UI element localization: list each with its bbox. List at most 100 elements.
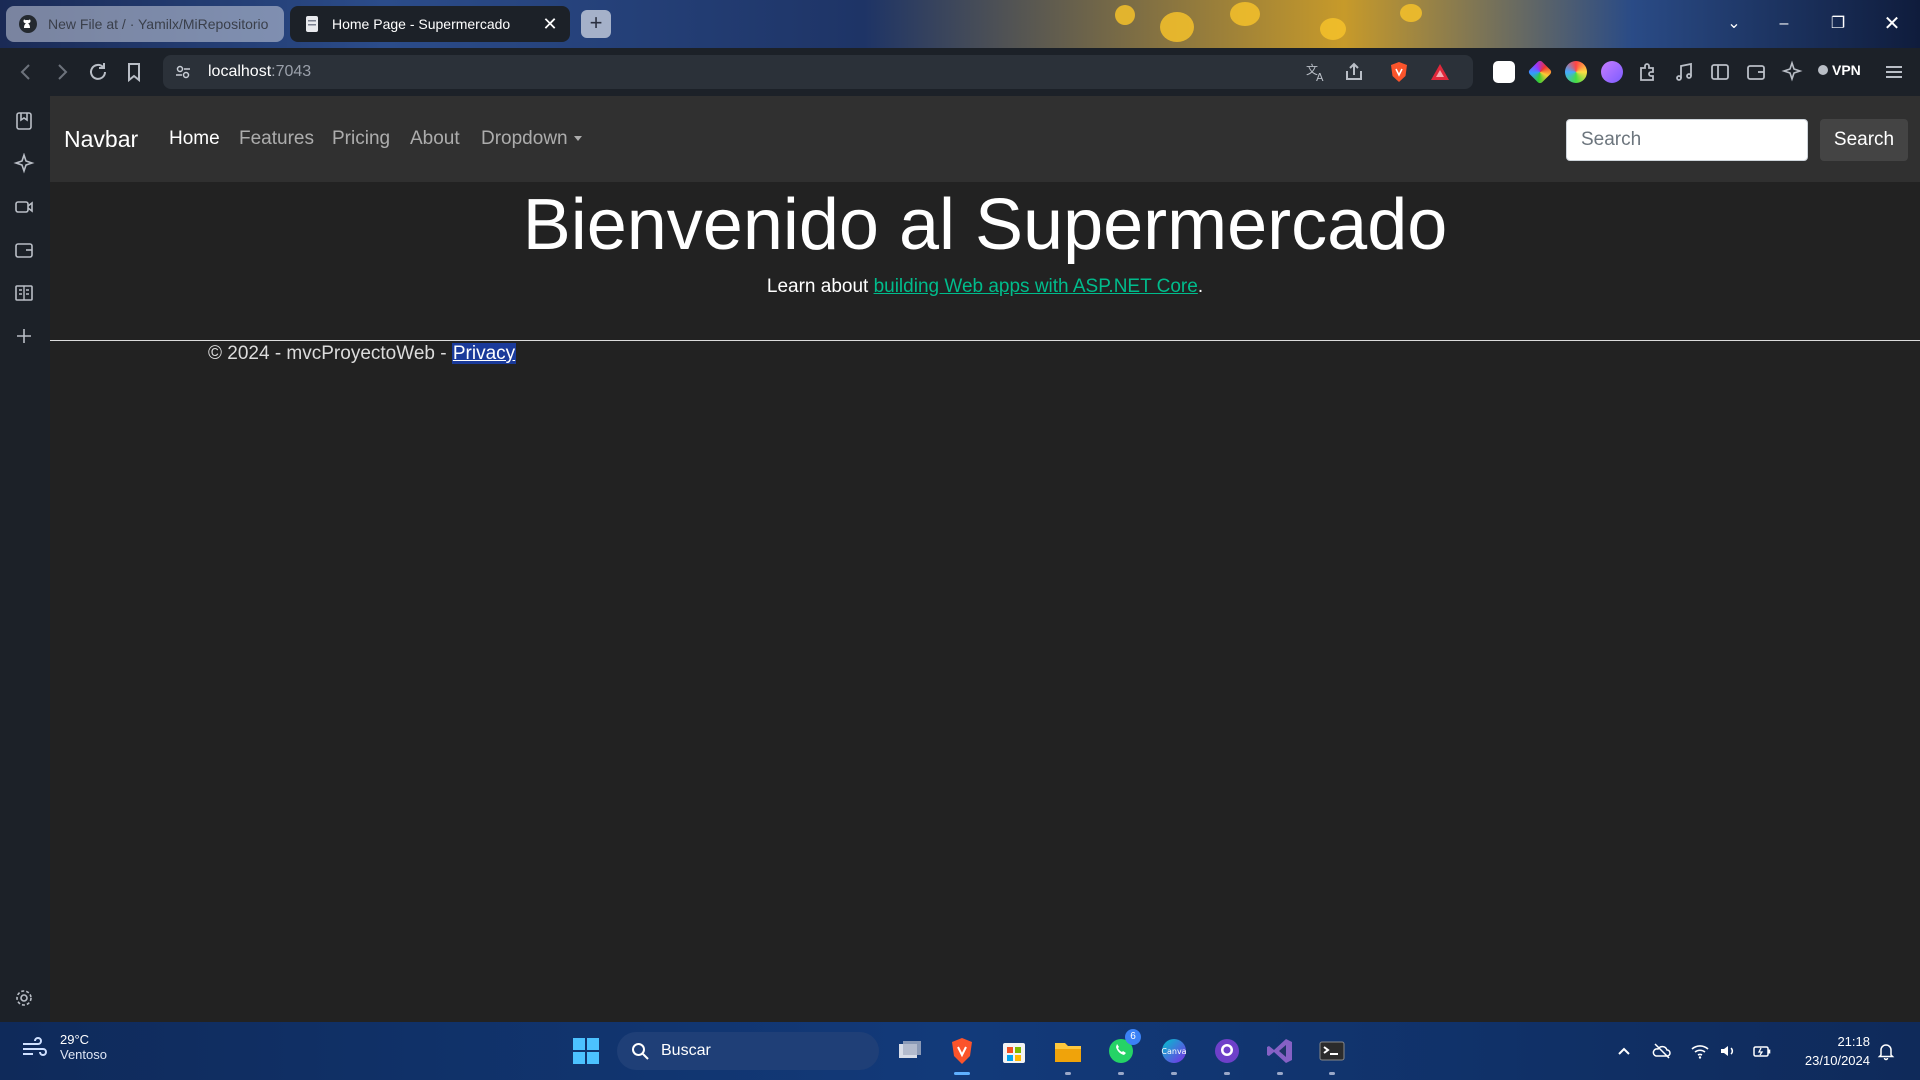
navbar-brand[interactable]: Navbar <box>64 126 138 153</box>
search-input[interactable] <box>1566 119 1808 161</box>
site-settings-icon[interactable] <box>175 64 191 80</box>
windy-weather-icon <box>20 1032 50 1062</box>
running-indicator <box>954 1072 970 1075</box>
close-window-icon[interactable]: ✕ <box>1880 12 1904 36</box>
learn-suffix: . <box>1197 276 1204 297</box>
wallpaper-decoration <box>1230 2 1260 26</box>
bookmark-icon[interactable] <box>122 60 146 84</box>
tab-github[interactable]: New File at / · Yamilx/MiRepositorio <box>6 6 284 42</box>
show-hidden-icons-chevron-icon[interactable] <box>1614 1041 1634 1061</box>
page-title: Bienvenido al Supermercado <box>522 185 1448 265</box>
new-tab-button[interactable]: + <box>581 10 611 38</box>
vpn-button[interactable]: VPN <box>1818 62 1861 78</box>
browser-toolbar: localhost:7043 文A VPN <box>0 48 1920 96</box>
page-icon <box>302 14 322 34</box>
nav-link-features[interactable]: Features <box>239 128 314 150</box>
extension-colorzilla-icon[interactable] <box>1565 61 1587 83</box>
weather-condition: Ventoso <box>60 1047 107 1062</box>
extension-color-icon[interactable] <box>1527 59 1553 85</box>
github-desktop-icon[interactable] <box>1211 1035 1243 1075</box>
running-indicator <box>1224 1072 1230 1075</box>
url-text: localhost:7043 <box>208 63 312 80</box>
whatsapp-icon[interactable]: 6 <box>1105 1029 1141 1075</box>
wallet-sidebar-icon[interactable] <box>13 239 35 261</box>
tab-title: Home Page - Supermercado <box>332 16 511 32</box>
nav-dropdown[interactable]: Dropdown <box>481 128 582 150</box>
forward-icon[interactable] <box>50 60 74 84</box>
restore-icon[interactable]: ❐ <box>1826 12 1850 36</box>
wallpaper-decoration <box>1160 12 1194 42</box>
running-indicator <box>1118 1072 1124 1075</box>
address-bar[interactable]: localhost:7043 <box>163 55 1473 89</box>
reload-icon[interactable] <box>86 60 110 84</box>
browser-titlebar: New File at / · Yamilx/MiRepositorio Hom… <box>0 0 1920 48</box>
windows-start-icon[interactable] <box>570 1035 602 1067</box>
menu-icon[interactable] <box>1882 60 1906 84</box>
back-icon[interactable] <box>14 60 38 84</box>
privacy-link[interactable]: Privacy <box>451 343 517 364</box>
clock-time: 21:18 <box>1837 1034 1870 1049</box>
notifications-bell-icon[interactable] <box>1876 1041 1896 1061</box>
onedrive-offline-icon[interactable] <box>1652 1041 1672 1061</box>
canva-icon[interactable]: Canva <box>1158 1035 1190 1075</box>
browser-sidebar <box>0 96 50 1022</box>
search-icon <box>631 1042 649 1060</box>
brave-shields-icon[interactable] <box>1387 60 1411 84</box>
media-music-icon[interactable] <box>1672 60 1696 84</box>
volume-icon[interactable] <box>1718 1041 1738 1061</box>
weather-temp: 29°C <box>60 1032 90 1047</box>
task-view-icon[interactable] <box>894 1035 926 1067</box>
bookmarks-icon[interactable] <box>13 110 35 132</box>
vpn-status-icon <box>1818 65 1828 75</box>
reading-list-icon[interactable] <box>13 282 35 304</box>
wallpaper-decoration <box>1320 18 1346 40</box>
visual-studio-icon[interactable] <box>1264 1035 1296 1075</box>
translate-icon[interactable]: 文A <box>1304 60 1328 84</box>
talk-video-icon[interactable] <box>13 196 35 218</box>
svg-text:A: A <box>1316 71 1324 84</box>
add-sidebar-item-icon[interactable] <box>13 325 35 347</box>
minimize-icon[interactable]: – <box>1772 12 1796 36</box>
extension-ai-icon[interactable] <box>1601 61 1623 83</box>
wifi-icon[interactable] <box>1690 1041 1710 1061</box>
extension-pocket-icon[interactable] <box>1493 61 1515 83</box>
microsoft-store-icon[interactable] <box>998 1035 1030 1067</box>
wallpaper-decoration <box>1400 4 1422 22</box>
tab-list-chevron-icon[interactable]: ⌄ <box>1722 12 1746 36</box>
leo-sidebar-icon[interactable] <box>13 153 35 175</box>
search-button[interactable]: Search <box>1820 119 1908 161</box>
brave-browser-icon[interactable] <box>946 1035 978 1075</box>
sidebar-settings-gear-icon[interactable] <box>13 987 35 1009</box>
system-clock[interactable]: 21:18 23/10/2024 <box>1790 1032 1870 1070</box>
aspnet-docs-link[interactable]: building Web apps with ASP.NET Core <box>874 276 1198 297</box>
brave-rewards-icon[interactable] <box>1428 60 1452 84</box>
github-icon <box>18 14 38 34</box>
tab-home-page[interactable]: Home Page - Supermercado ✕ <box>290 6 570 42</box>
weather-widget[interactable]: 29°C Ventoso <box>20 1032 107 1062</box>
nav-link-home[interactable]: Home <box>169 128 220 150</box>
caret-down-icon <box>573 136 582 142</box>
close-tab-icon[interactable]: ✕ <box>542 15 558 33</box>
running-indicator <box>1277 1072 1283 1075</box>
footer: © 2024 - mvcProyectoWeb - Privacy <box>208 343 517 365</box>
taskbar-search[interactable]: Buscar <box>617 1032 879 1070</box>
footer-copyright: © 2024 - mvcProyectoWeb - <box>208 343 452 364</box>
battery-charging-icon[interactable] <box>1752 1041 1772 1061</box>
extensions-puzzle-icon[interactable] <box>1636 60 1660 84</box>
nav-link-pricing[interactable]: Pricing <box>332 128 390 150</box>
windows-taskbar: 29°C Ventoso Buscar 6 Canva 21:18 23/10/… <box>0 1022 1920 1080</box>
web-page: Navbar Home Features Pricing About Dropd… <box>50 96 1920 1022</box>
sidebar-toggle-icon[interactable] <box>1708 60 1732 84</box>
file-explorer-icon[interactable] <box>1052 1035 1084 1075</box>
notification-badge: 6 <box>1125 1029 1141 1045</box>
footer-divider <box>50 340 1920 341</box>
learn-prefix: Learn about <box>766 276 874 297</box>
learn-about-text: Learn about building Web apps with ASP.N… <box>50 276 1920 298</box>
wallpaper-decoration <box>1115 5 1135 25</box>
leo-ai-icon[interactable] <box>1780 60 1804 84</box>
wallet-icon[interactable] <box>1744 60 1768 84</box>
clock-date: 23/10/2024 <box>1804 1053 1870 1068</box>
terminal-icon[interactable] <box>1316 1035 1348 1075</box>
nav-link-about[interactable]: About <box>410 128 460 150</box>
share-icon[interactable] <box>1342 60 1366 84</box>
